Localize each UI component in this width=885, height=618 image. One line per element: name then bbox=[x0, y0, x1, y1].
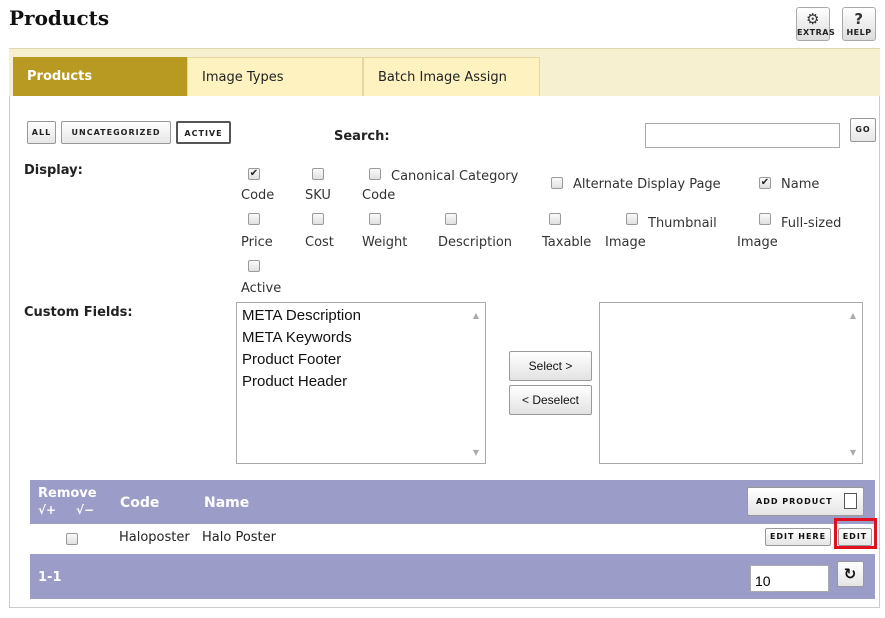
display-description-label: Description bbox=[438, 235, 513, 250]
help-label: HELP bbox=[846, 28, 872, 37]
row-name: Halo Poster bbox=[202, 530, 276, 545]
display-thumbnail-label: Thumbnail bbox=[648, 216, 717, 231]
selected-fields-listbox[interactable]: ▲ ▼ bbox=[599, 302, 863, 464]
display-active-label: Active bbox=[241, 281, 282, 296]
display-full-sized-checkbox[interactable] bbox=[759, 213, 771, 225]
display-weight-checkbox[interactable] bbox=[369, 213, 381, 225]
filter-uncategorized-button[interactable]: UNCATEGORIZED bbox=[61, 121, 171, 144]
display-description-checkbox[interactable] bbox=[445, 213, 457, 225]
page-size-input[interactable] bbox=[750, 565, 829, 592]
custom-fields-label: Custom Fields: bbox=[24, 305, 133, 320]
display-weight-label: Weight bbox=[362, 235, 408, 250]
edit-highlight-box bbox=[834, 518, 877, 549]
name-column-header[interactable]: Name bbox=[204, 495, 249, 511]
search-input[interactable] bbox=[645, 123, 840, 148]
display-name-label: Name bbox=[781, 177, 820, 192]
list-item[interactable]: Product Header bbox=[242, 371, 361, 393]
display-name-checkbox[interactable]: ✔ bbox=[759, 177, 771, 189]
scroll-up-icon[interactable]: ▲ bbox=[471, 311, 481, 320]
list-item[interactable]: Product Footer bbox=[242, 349, 361, 371]
scroll-down-icon[interactable]: ▼ bbox=[471, 448, 481, 457]
display-cost-checkbox[interactable] bbox=[312, 213, 324, 225]
display-alternate-page-label: Alternate Display Page bbox=[573, 177, 721, 192]
edit-here-button[interactable]: EDIT HERE bbox=[765, 528, 831, 546]
deselect-button[interactable]: < Deselect bbox=[509, 385, 592, 415]
available-fields-listbox[interactable]: META Description META Keywords Product F… bbox=[236, 302, 486, 464]
tab-batch-image-assign[interactable]: Batch Image Assign bbox=[363, 57, 540, 96]
display-sku-label: SKU bbox=[305, 188, 331, 203]
scroll-up-icon[interactable]: ▲ bbox=[848, 311, 858, 320]
grid-footer bbox=[30, 554, 875, 599]
filter-all-button[interactable]: ALL bbox=[27, 121, 56, 144]
add-product-label: ADD PRODUCT bbox=[756, 497, 833, 506]
display-canonical-category-label-2: Code bbox=[362, 188, 396, 203]
display-canonical-category-checkbox[interactable] bbox=[369, 168, 381, 180]
tab-image-types[interactable]: Image Types bbox=[187, 57, 363, 96]
display-taxable-checkbox[interactable] bbox=[549, 213, 561, 225]
refresh-icon: ↻ bbox=[843, 565, 858, 583]
row-code: Haloposter bbox=[119, 530, 190, 545]
display-active-checkbox[interactable] bbox=[248, 260, 260, 272]
select-button[interactable]: Select > bbox=[509, 351, 592, 381]
display-code-checkbox[interactable]: ✔ bbox=[248, 168, 260, 180]
display-taxable-label: Taxable bbox=[542, 235, 592, 250]
search-label: Search: bbox=[334, 129, 390, 144]
display-thumbnail-label-2: Image bbox=[605, 235, 646, 250]
scroll-down-icon[interactable]: ▼ bbox=[848, 448, 858, 457]
help-button[interactable]: ? HELP bbox=[842, 7, 876, 41]
gears-icon: ⚙ bbox=[806, 10, 820, 28]
extras-button[interactable]: ⚙ EXTRAS bbox=[796, 7, 836, 41]
check-all-plus[interactable]: √+ bbox=[38, 503, 56, 517]
remove-header: Remove bbox=[38, 486, 97, 501]
go-button[interactable]: GO bbox=[850, 118, 876, 142]
display-canonical-category-label: Canonical Category bbox=[391, 169, 519, 184]
display-price-label: Price bbox=[241, 235, 273, 250]
display-alternate-page-checkbox[interactable] bbox=[551, 177, 563, 189]
row-remove-checkbox[interactable] bbox=[66, 533, 78, 545]
list-item[interactable]: META Description bbox=[242, 305, 361, 327]
new-document-icon bbox=[844, 493, 857, 509]
display-cost-label: Cost bbox=[305, 235, 334, 250]
check-all-minus[interactable]: √− bbox=[76, 503, 94, 517]
display-thumbnail-checkbox[interactable] bbox=[626, 213, 638, 225]
display-full-sized-label: Full-sized bbox=[781, 216, 842, 231]
filter-active-button[interactable]: ACTIVE bbox=[176, 121, 231, 144]
display-label: Display: bbox=[24, 163, 83, 178]
page-title: Products bbox=[9, 6, 110, 30]
tab-products[interactable]: Products bbox=[13, 57, 187, 96]
range-label: 1-1 bbox=[38, 570, 62, 585]
question-icon: ? bbox=[854, 10, 864, 28]
list-item[interactable]: META Keywords bbox=[242, 327, 361, 349]
add-product-button[interactable]: ADD PRODUCT bbox=[747, 487, 864, 516]
display-code-label: Code bbox=[241, 188, 275, 203]
display-price-checkbox[interactable] bbox=[248, 213, 260, 225]
display-sku-checkbox[interactable] bbox=[312, 168, 324, 180]
display-full-sized-label-2: Image bbox=[737, 235, 778, 250]
extras-label: EXTRAS bbox=[797, 28, 836, 37]
code-column-header[interactable]: Code bbox=[120, 495, 159, 511]
refresh-button[interactable]: ↻ bbox=[837, 561, 864, 587]
